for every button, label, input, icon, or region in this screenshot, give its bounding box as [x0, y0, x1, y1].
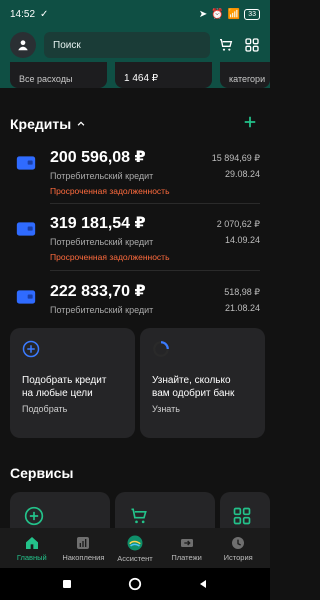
- nav-label: Платежи: [171, 552, 202, 562]
- chevron-up-icon: [77, 121, 85, 126]
- plus-icon: [244, 116, 256, 128]
- search-placeholder: Поиск: [53, 39, 81, 51]
- summary-card-expenses[interactable]: Все расходы: [10, 62, 107, 88]
- nav-item-home[interactable]: Главный: [6, 528, 58, 568]
- plus-circle-icon: [24, 506, 44, 526]
- card-icon: [16, 156, 36, 170]
- divider: [50, 203, 260, 204]
- home-icon: [25, 536, 38, 549]
- promo-link[interactable]: Подобрать: [22, 404, 67, 414]
- summary-item-value: 1 464 ₽: [124, 73, 159, 84]
- service-card-add[interactable]: [10, 492, 110, 530]
- credit-type: Потребительский кредит: [50, 305, 154, 315]
- credit-type: Потребительский кредит: [50, 237, 154, 247]
- search-input[interactable]: Поиск: [44, 32, 210, 58]
- promo-card-approval[interactable]: Узнайте, сколько вам одобрит банк Узнать: [140, 328, 265, 438]
- credit-amount: 319 181,54 ₽: [50, 215, 146, 232]
- battery-icon: 33: [244, 8, 260, 20]
- summary-item-label: категори: [229, 74, 266, 84]
- home-button-icon[interactable]: [128, 577, 142, 591]
- status-time: 14:52: [10, 8, 36, 20]
- nav-item-assistant[interactable]: Ассистент: [109, 528, 161, 568]
- summary-item-label: Все расходы: [19, 74, 73, 84]
- credit-overdue: Просроченная задолженность: [50, 252, 170, 262]
- plus-circle-icon: [22, 340, 40, 358]
- nav-item-payments[interactable]: Платежи: [161, 528, 213, 568]
- wifi-icon: 📶: [227, 8, 241, 20]
- nav-label: История: [223, 552, 253, 562]
- credit-item[interactable]: 319 181,54 ₽ Потребительский кредит Прос…: [10, 213, 260, 273]
- credit-payment: 2 070,62 ₽: [216, 219, 260, 229]
- avatar[interactable]: [10, 32, 36, 58]
- nav-label: Ассистент: [117, 553, 153, 563]
- services-title: Сервисы: [10, 465, 74, 481]
- promo-link[interactable]: Узнать: [152, 404, 180, 414]
- promo-title: Подобрать кредит на любые цели: [22, 374, 106, 400]
- credits-title: Кредиты: [10, 116, 72, 132]
- nav-item-savings[interactable]: Накопления: [58, 528, 110, 568]
- credit-payment: 518,98 ₽: [224, 287, 260, 297]
- card-icon: [16, 290, 36, 304]
- promo-card-pick-credit[interactable]: Подобрать кредит на любые цели Подобрать: [10, 328, 135, 438]
- add-credit-button[interactable]: [242, 114, 258, 130]
- credit-type: Потребительский кредит: [50, 171, 154, 181]
- recents-button-icon[interactable]: [61, 578, 73, 590]
- payments-icon: [180, 538, 193, 547]
- service-card-cart[interactable]: [115, 492, 215, 530]
- summary-card-amount[interactable]: 1 464 ₽: [115, 62, 212, 88]
- chart-bars-icon: [77, 536, 90, 549]
- summary-card-categories[interactable]: категори: [220, 62, 270, 88]
- promo-title-line: на любые цели: [22, 388, 93, 399]
- back-button-icon[interactable]: [197, 578, 209, 590]
- alarm-icon: ⏰: [211, 8, 224, 20]
- nav-label: Накопления: [62, 552, 105, 562]
- location-icon: ➤: [198, 8, 208, 20]
- summary-strip: Все расходы 1 464 ₽ категори: [0, 62, 270, 88]
- cart-icon: [131, 508, 147, 524]
- credit-date: 21.08.24: [224, 303, 260, 313]
- promo-title: Узнайте, сколько вам одобрит банк: [152, 374, 234, 400]
- promo-title-line: Узнайте, сколько: [152, 375, 231, 386]
- user-icon: [18, 40, 28, 51]
- status-bar: 14:52 ✓ ➤ ⏰ 📶 33: [0, 0, 270, 28]
- promo-title-line: Подобрать кредит: [22, 375, 107, 386]
- credits-section-header[interactable]: Кредиты: [10, 116, 86, 132]
- progress-circle-icon: [153, 341, 169, 357]
- credit-payment: 15 894,69 ₽: [211, 153, 260, 163]
- credit-overdue: Просроченная задолженность: [50, 186, 170, 196]
- grid-icon: [233, 507, 251, 525]
- credit-amount: 200 596,08 ₽: [50, 149, 146, 166]
- assistant-icon: [127, 535, 143, 550]
- bottom-navigation: Главный Накопления Ассистент Платежи Ист…: [0, 528, 270, 568]
- clock-icon: [232, 536, 245, 549]
- nav-label: Главный: [16, 552, 47, 562]
- cart-icon[interactable]: [218, 37, 234, 53]
- card-icon: [16, 222, 36, 236]
- promo-title-line: вам одобрит банк: [152, 388, 235, 399]
- system-navigation: [0, 568, 270, 600]
- credit-item[interactable]: 200 596,08 ₽ Потребительский кредит Прос…: [10, 147, 260, 207]
- service-card-grid[interactable]: [220, 492, 270, 530]
- credit-date: 29.08.24: [224, 169, 260, 179]
- grid-menu-icon[interactable]: [244, 37, 260, 53]
- credit-amount: 222 833,70 ₽: [50, 283, 146, 300]
- credit-date: 14.09.24: [224, 235, 260, 245]
- divider: [50, 270, 260, 271]
- app-header: Поиск: [0, 28, 270, 62]
- notification-icon: ✓: [40, 8, 49, 20]
- nav-item-history[interactable]: История: [212, 528, 264, 568]
